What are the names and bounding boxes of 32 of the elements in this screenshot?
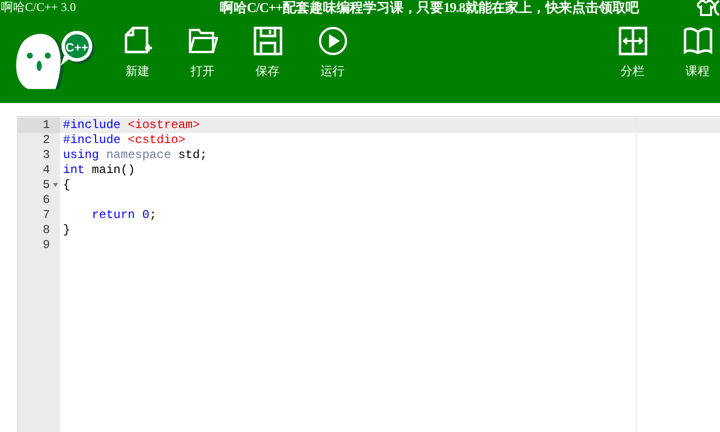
line-number: 1: [42, 118, 50, 133]
toolbar-button[interactable]: 课程: [665, 26, 720, 78]
window-title: 啊哈C/C++ 3.0: [0, 0, 77, 14]
line-number: 4: [42, 163, 50, 178]
code-line: using namespace std;: [63, 148, 208, 162]
line-number: 3: [42, 148, 50, 163]
toolbar-button[interactable]: 分栏: [600, 26, 665, 78]
line-number: 7: [42, 208, 50, 223]
code-line: }: [63, 223, 70, 237]
promo-link[interactable]: 啊哈C/C++配套趣味编程学习课，只要19.8就能在家上，快来点击领取吧: [220, 0, 640, 16]
toolbar-button[interactable]: 新建: [105, 26, 170, 78]
code-line: {: [63, 178, 70, 192]
new-file-icon: [122, 26, 152, 56]
book-icon: [682, 26, 712, 56]
line-number: 8: [42, 223, 50, 238]
shirt-icon[interactable]: [697, 0, 720, 16]
line-number: 5: [42, 178, 50, 193]
code-line: #include <cstdio>: [63, 133, 186, 147]
line-number: 2: [42, 133, 50, 148]
toolbar-button[interactable]: 运行: [300, 26, 365, 78]
play-icon: [318, 26, 348, 56]
fold-arrow-icon[interactable]: [53, 183, 58, 187]
code-line: #include <iostream>: [63, 118, 200, 132]
toolbar-button[interactable]: 打开: [170, 26, 235, 78]
split-view-icon: [618, 26, 648, 56]
logo-badge-text: C++: [66, 40, 88, 54]
line-number: 9: [42, 238, 50, 253]
line-number: 6: [42, 193, 50, 208]
folder-icon: [188, 26, 218, 56]
code-line: int main(): [63, 163, 136, 177]
toolbar-button[interactable]: 保存: [235, 26, 300, 78]
code-line: return 0;: [90, 208, 157, 222]
